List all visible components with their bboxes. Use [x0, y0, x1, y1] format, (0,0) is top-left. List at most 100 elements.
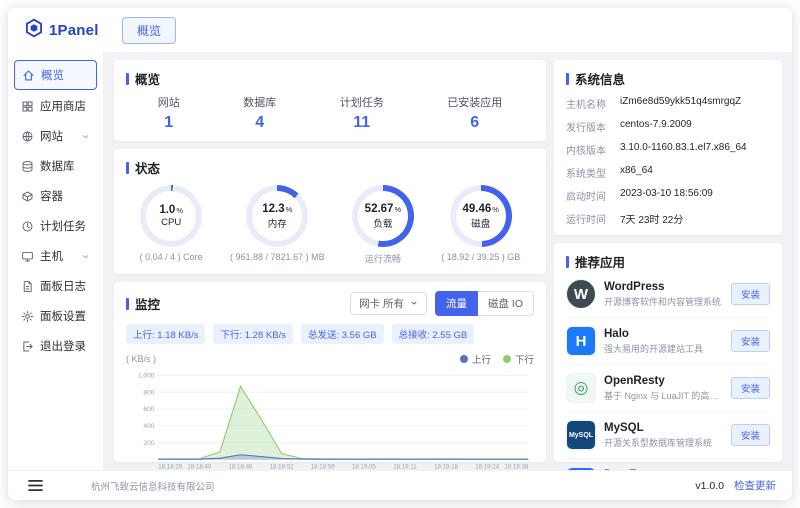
sidebar-item-website[interactable]: 网站	[14, 122, 97, 150]
sidebar-item-settings[interactable]: 面板设置	[14, 302, 97, 330]
app-row-openresty[interactable]: ◎ OpenResty 基于 Nginx 与 LuaJIT 的高性能 Web 平…	[566, 365, 770, 412]
app-row-dataease[interactable]: ◆ DataEase 人人可用的开源数据分析工具 安装	[566, 459, 770, 470]
disk-donut-chart: 49.46% 磁盘	[450, 185, 512, 247]
sidebar-collapse-button[interactable]	[28, 479, 43, 492]
upload-rate-chip: 上行: 1.18 KB/s	[126, 324, 205, 344]
uptime-value: 7天 23时 22分	[620, 211, 683, 226]
sidebar-item-logs[interactable]: 面板日志	[14, 272, 97, 300]
y-axis-unit: ( KB/s )	[126, 354, 156, 364]
arch-value: x86_64	[620, 165, 653, 180]
status-title: 状态	[126, 158, 534, 177]
install-button[interactable]: 安装	[731, 377, 770, 399]
overview-card: 概览 网站 1 数据库 4 计划任务 11	[114, 60, 546, 141]
logout-icon	[21, 340, 34, 353]
install-button[interactable]: 安装	[731, 330, 770, 352]
legend-upload[interactable]: 上行	[460, 352, 491, 366]
app-row-halo[interactable]: H Halo 强大易用的开源建站工具 安装	[566, 318, 770, 365]
home-icon	[22, 69, 35, 82]
memory-donut-chart: 12.3% 内存	[246, 185, 308, 247]
tab-disk-io[interactable]: 磁盘 IO	[478, 291, 534, 316]
container-icon	[21, 190, 34, 203]
status-card: 状态 1.0% CPU ( 0.04 / 4 ) Core	[114, 149, 546, 274]
chevron-down-icon	[81, 132, 90, 141]
app-row-mysql[interactable]: MySQL MySQL 开源关系型数据库管理系统 安装	[566, 412, 770, 459]
monitor-icon	[21, 250, 34, 263]
panel-logo-icon	[24, 18, 44, 43]
kernel-value: 3.10.0-1160.83.1.el7.x86_64	[620, 142, 747, 157]
gauge-cpu: 1.0% CPU ( 0.04 / 4 ) Core	[140, 185, 203, 265]
download-rate-chip: 下行: 1.28 KB/s	[213, 324, 292, 344]
stat-databases[interactable]: 数据库 4	[243, 94, 276, 132]
footer: 杭州飞致云信息科技有限公司 v1.0.0 检查更新	[8, 470, 792, 500]
svg-text:600: 600	[143, 406, 154, 413]
system-info-row: 运行时间7天 23时 22分	[566, 211, 770, 226]
top-bar: 1Panel 概览	[8, 8, 792, 52]
total-sent-chip: 总发送: 3.56 GB	[301, 324, 384, 344]
install-button[interactable]: 安装	[731, 283, 770, 305]
stat-installed-apps[interactable]: 已安装应用 6	[447, 94, 502, 132]
legend-download[interactable]: 下行	[503, 352, 534, 366]
company-name: 杭州飞致云信息科技有限公司	[91, 479, 215, 493]
system-info-row: 系统类型x86_64	[566, 165, 770, 180]
distro-value: centos-7.9.2009	[620, 119, 692, 134]
gauge-disk: 49.46% 磁盘 ( 18.92 / 39.25 ) GB	[441, 185, 520, 265]
monitor-card: 监控 网卡 所有 流量 磁盘 IO	[114, 282, 546, 462]
app-window: 1Panel 概览 概览 应用商店 网站 数据库	[8, 8, 792, 500]
halo-icon: H	[566, 326, 596, 356]
cpu-donut-chart: 1.0% CPU	[140, 185, 202, 247]
recommended-title: 推荐应用	[566, 252, 770, 271]
main-content: 概览 网站 1 数据库 4 计划任务 11	[104, 52, 792, 470]
overview-title: 概览	[126, 69, 534, 88]
globe-icon	[21, 130, 34, 143]
mysql-icon: MySQL	[566, 420, 596, 450]
svg-text:800: 800	[143, 390, 154, 397]
appstore-icon	[21, 100, 34, 113]
load-donut-chart: 52.67% 负载	[352, 185, 414, 247]
system-info-row: 内核版本3.10.0-1160.83.1.el7.x86_64	[566, 142, 770, 157]
gauge-memory: 12.3% 内存 ( 961.88 / 7821.67 ) MB	[230, 185, 325, 265]
chevron-down-icon	[410, 298, 418, 310]
install-button[interactable]: 安装	[731, 424, 770, 446]
system-info-card: 系统信息 主机名称iZm6e8d59ykk51q4smrgqZ 发行版本cent…	[554, 60, 782, 235]
gear-icon	[21, 310, 34, 323]
system-info-row: 主机名称iZm6e8d59ykk51q4smrgqZ	[566, 96, 770, 111]
nic-select[interactable]: 网卡 所有	[350, 292, 427, 315]
tab-overview[interactable]: 概览	[122, 17, 176, 44]
monitor-title: 监控	[126, 294, 160, 313]
brand-name: 1Panel	[49, 22, 99, 39]
monitor-view-toggle: 流量 磁盘 IO	[435, 291, 534, 316]
svg-text:400: 400	[143, 423, 154, 430]
sidebar-item-database[interactable]: 数据库	[14, 152, 97, 180]
svg-text:200: 200	[143, 440, 154, 447]
openresty-icon: ◎	[566, 373, 596, 403]
hostname-value: iZm6e8d59ykk51q4smrgqZ	[620, 96, 741, 111]
traffic-chart[interactable]: 2004006008001,00018:18:2918:18:4018:18:4…	[126, 368, 534, 470]
sidebar-item-host[interactable]: 主机	[14, 242, 97, 270]
sidebar-item-appstore[interactable]: 应用商店	[14, 92, 97, 120]
svg-text:1,000: 1,000	[138, 373, 155, 380]
stat-websites[interactable]: 网站 1	[158, 94, 180, 132]
app-row-wordpress[interactable]: W WordPress 开源博客软件和内容管理系统 安装	[566, 271, 770, 318]
system-info-title: 系统信息	[566, 69, 770, 88]
clock-icon	[21, 220, 34, 233]
gauge-load: 52.67% 负载 运行流畅	[352, 185, 414, 265]
stat-cronjobs[interactable]: 计划任务 11	[340, 94, 384, 132]
total-received-chip: 总接收: 2.55 GB	[392, 324, 475, 344]
file-icon	[21, 280, 34, 293]
sidebar-item-container[interactable]: 容器	[14, 182, 97, 210]
system-info-row: 启动时间2023-03-10 18:56:09	[566, 188, 770, 203]
version-label: v1.0.0	[695, 480, 724, 492]
recommended-apps-card: 推荐应用 W WordPress 开源博客软件和内容管理系统 安装 H Halo	[554, 243, 782, 462]
chevron-down-icon	[81, 252, 90, 261]
wordpress-icon: W	[566, 279, 596, 309]
sidebar-item-overview[interactable]: 概览	[14, 60, 97, 90]
boot-time-value: 2023-03-10 18:56:09	[620, 188, 713, 203]
sidebar: 概览 应用商店 网站 数据库 容器 计划任务	[8, 52, 104, 470]
brand-logo[interactable]: 1Panel	[8, 18, 104, 43]
check-update-link[interactable]: 检查更新	[734, 478, 776, 493]
tab-traffic[interactable]: 流量	[435, 291, 478, 316]
sidebar-item-logout[interactable]: 退出登录	[14, 332, 97, 360]
database-icon	[21, 160, 34, 173]
sidebar-item-cron[interactable]: 计划任务	[14, 212, 97, 240]
system-info-row: 发行版本centos-7.9.2009	[566, 119, 770, 134]
